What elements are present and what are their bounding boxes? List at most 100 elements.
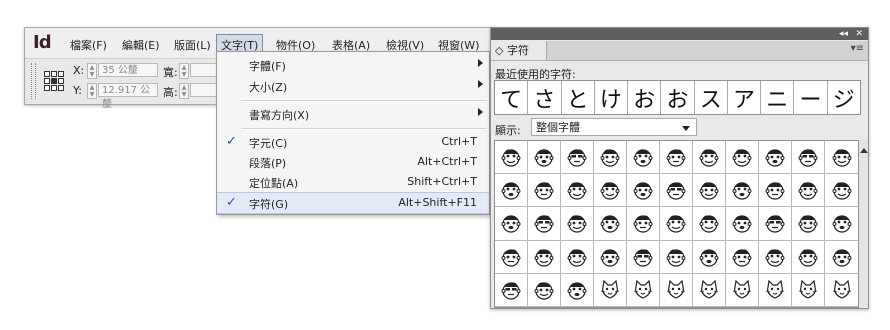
glyph-cell[interactable] (726, 273, 759, 307)
glyph-cell[interactable] (561, 174, 594, 208)
glyph-cell[interactable] (561, 207, 594, 241)
glyph-cell[interactable] (693, 174, 726, 208)
glyph-cell[interactable] (726, 207, 759, 241)
panel-grip[interactable] (31, 63, 36, 99)
menu-item-font[interactable]: 字體(F) (217, 55, 489, 75)
glyph-cell[interactable] (726, 174, 759, 208)
glyph-cell[interactable] (825, 141, 858, 175)
menu-item-glyphs[interactable]: ✓ 字符(G) Alt+Shift+F11 (217, 192, 489, 214)
menu-item-character[interactable]: ✓ 字元(C) Ctrl+T (217, 132, 489, 152)
scroll-up-icon[interactable] (860, 148, 868, 153)
x-field[interactable]: 35 公釐 (98, 63, 158, 77)
glyph-cell[interactable] (726, 141, 759, 175)
glyph-cell[interactable] (825, 274, 858, 307)
menu-edit[interactable]: 編輯(E) (119, 36, 163, 54)
glyph-cell[interactable] (495, 240, 528, 274)
menu-item-label: 字元(C) (249, 137, 288, 150)
glyph-cell[interactable] (759, 141, 792, 175)
cartoon-face-icon (567, 182, 587, 200)
glyph-cell[interactable] (495, 273, 528, 307)
glyph-cell[interactable] (660, 207, 693, 241)
glyph-cell[interactable] (528, 207, 561, 241)
recent-glyph[interactable]: け (595, 81, 629, 114)
glyph-cell[interactable] (693, 207, 726, 241)
glyph-cell[interactable] (594, 273, 627, 307)
glyph-cell[interactable] (594, 240, 627, 274)
glyph-cell[interactable] (792, 174, 825, 208)
glyph-cell[interactable] (792, 207, 825, 241)
reference-point-icon[interactable] (44, 71, 64, 91)
tab-glyphs[interactable]: ◇ 字符 (491, 41, 547, 60)
glyph-cell[interactable] (792, 273, 825, 307)
glyph-cell[interactable] (693, 141, 726, 175)
glyph-cell[interactable] (759, 207, 792, 241)
recent-glyph[interactable]: お (628, 81, 662, 114)
glyph-cell[interactable] (726, 240, 759, 274)
y-stepper[interactable]: ▲ ▼ (87, 83, 97, 99)
collapse-panel-icon[interactable]: ◂◂ (839, 28, 848, 40)
glyph-cell[interactable] (792, 240, 825, 274)
glyph-cell[interactable] (660, 273, 693, 307)
close-icon[interactable]: ✕ (855, 28, 863, 40)
menu-separator (241, 100, 487, 102)
recent-glyph[interactable]: ジ (828, 81, 860, 114)
glyph-cell[interactable] (627, 273, 660, 307)
recent-glyph[interactable]: と (562, 81, 595, 114)
height-field[interactable] (190, 83, 217, 97)
glyph-grid-scrollbar[interactable] (859, 140, 868, 306)
glyph-cell[interactable] (561, 240, 594, 274)
x-stepper[interactable]: ▲ ▼ (87, 63, 97, 79)
glyph-cell[interactable] (792, 141, 825, 175)
menu-item-paragraph[interactable]: 段落(P) Alt+Ctrl+T (217, 152, 489, 172)
glyph-cell[interactable] (495, 141, 528, 175)
recent-glyph[interactable]: ス (695, 81, 728, 114)
glyph-cell[interactable] (528, 273, 561, 307)
cartoon-face-icon (600, 249, 620, 267)
recent-glyph[interactable]: ア (728, 81, 762, 114)
glyph-cell[interactable] (627, 141, 660, 175)
cartoon-face-icon (501, 215, 521, 234)
glyph-cell[interactable] (693, 240, 726, 274)
menu-item-tabs[interactable]: 定位點(A) Shift+Ctrl+T (217, 172, 489, 192)
glyph-cell[interactable] (660, 240, 693, 274)
recent-glyph[interactable]: お (661, 81, 695, 114)
glyph-cell[interactable] (693, 273, 726, 307)
glyph-cell[interactable] (759, 174, 792, 208)
glyph-cell[interactable] (528, 174, 561, 208)
glyph-cell[interactable] (594, 207, 627, 241)
glyph-cell[interactable] (627, 207, 660, 241)
glyph-cell[interactable] (561, 141, 594, 175)
menu-file[interactable]: 檔案(F) (67, 36, 110, 54)
height-stepper[interactable]: ▲ ▼ (179, 83, 189, 99)
glyph-cell[interactable] (660, 141, 693, 175)
recent-glyph[interactable]: て (495, 81, 529, 114)
recent-glyph[interactable]: さ (528, 81, 562, 114)
glyph-cell[interactable] (825, 241, 858, 274)
glyph-cell[interactable] (660, 174, 693, 208)
panel-menu-icon[interactable]: ▾≡ (851, 43, 864, 54)
glyph-cell[interactable] (495, 207, 528, 241)
glyph-cell[interactable] (825, 207, 858, 241)
show-dropdown[interactable]: 整個字體 (531, 118, 697, 136)
glyph-cell[interactable] (561, 273, 594, 307)
cartoon-face-icon (699, 279, 719, 299)
menu-layout[interactable]: 版面(L) (171, 36, 214, 54)
recent-glyph[interactable]: ニ (761, 81, 795, 114)
cartoon-face-icon (567, 149, 587, 167)
glyph-cell[interactable] (528, 240, 561, 274)
menu-item-writing-direction[interactable]: 書寫方向(X) (217, 104, 489, 124)
glyph-cell[interactable] (528, 141, 561, 175)
width-field[interactable] (190, 63, 217, 77)
menu-item-size[interactable]: 大小(Z) (217, 76, 489, 96)
glyph-cell[interactable] (759, 240, 792, 274)
width-stepper[interactable]: ▲ ▼ (179, 63, 189, 79)
glyph-cell[interactable] (825, 174, 858, 208)
glyph-cell[interactable] (594, 174, 627, 208)
glyph-cell[interactable] (495, 174, 528, 208)
glyph-cell[interactable] (627, 240, 660, 274)
recent-glyph[interactable]: ー (794, 81, 828, 114)
glyph-cell[interactable] (594, 141, 627, 175)
glyph-cell[interactable] (627, 174, 660, 208)
glyph-cell[interactable] (759, 273, 792, 307)
y-field[interactable]: 12.917 公釐 (98, 83, 158, 110)
